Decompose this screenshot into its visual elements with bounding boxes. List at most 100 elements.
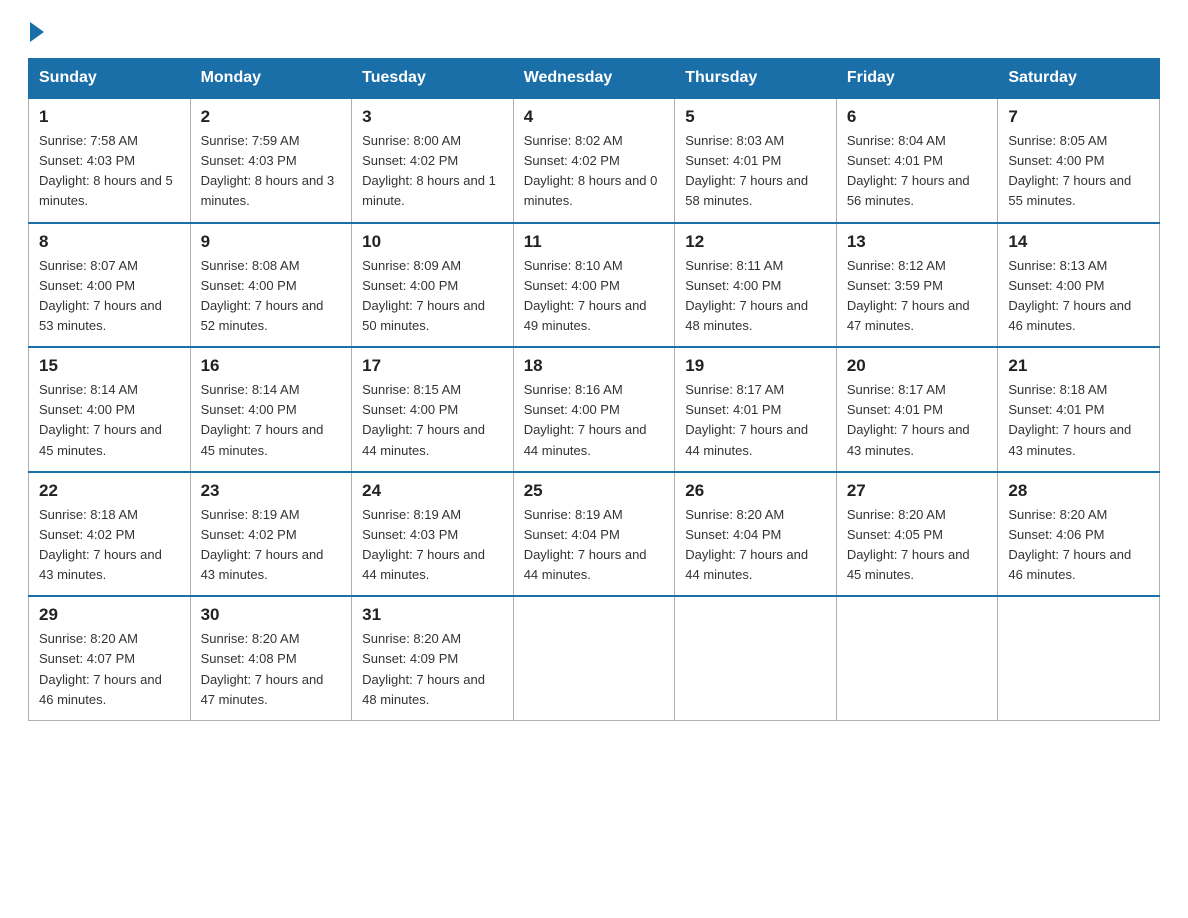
day-number: 27 [847, 481, 988, 501]
day-number: 29 [39, 605, 180, 625]
header-monday: Monday [190, 59, 352, 99]
calendar-header-row: SundayMondayTuesdayWednesdayThursdayFrid… [29, 59, 1160, 99]
day-number: 7 [1008, 107, 1149, 127]
day-number: 18 [524, 356, 665, 376]
calendar-cell [675, 596, 837, 720]
calendar-cell: 7 Sunrise: 8:05 AMSunset: 4:00 PMDayligh… [998, 98, 1160, 223]
calendar-cell: 9 Sunrise: 8:08 AMSunset: 4:00 PMDayligh… [190, 223, 352, 348]
calendar-cell: 30 Sunrise: 8:20 AMSunset: 4:08 PMDaylig… [190, 596, 352, 720]
day-number: 3 [362, 107, 503, 127]
day-number: 10 [362, 232, 503, 252]
calendar-cell: 20 Sunrise: 8:17 AMSunset: 4:01 PMDaylig… [836, 347, 998, 472]
calendar-cell: 8 Sunrise: 8:07 AMSunset: 4:00 PMDayligh… [29, 223, 191, 348]
day-info: Sunrise: 8:18 AMSunset: 4:01 PMDaylight:… [1008, 382, 1131, 457]
day-info: Sunrise: 8:20 AMSunset: 4:07 PMDaylight:… [39, 631, 162, 706]
day-info: Sunrise: 8:12 AMSunset: 3:59 PMDaylight:… [847, 258, 970, 333]
calendar-cell: 21 Sunrise: 8:18 AMSunset: 4:01 PMDaylig… [998, 347, 1160, 472]
day-number: 20 [847, 356, 988, 376]
header-friday: Friday [836, 59, 998, 99]
day-info: Sunrise: 8:07 AMSunset: 4:00 PMDaylight:… [39, 258, 162, 333]
calendar-cell [998, 596, 1160, 720]
calendar-cell: 17 Sunrise: 8:15 AMSunset: 4:00 PMDaylig… [352, 347, 514, 472]
day-info: Sunrise: 8:09 AMSunset: 4:00 PMDaylight:… [362, 258, 485, 333]
calendar-week-row: 1 Sunrise: 7:58 AMSunset: 4:03 PMDayligh… [29, 98, 1160, 223]
calendar-cell: 24 Sunrise: 8:19 AMSunset: 4:03 PMDaylig… [352, 472, 514, 597]
day-info: Sunrise: 8:19 AMSunset: 4:04 PMDaylight:… [524, 507, 647, 582]
day-number: 4 [524, 107, 665, 127]
day-info: Sunrise: 8:20 AMSunset: 4:08 PMDaylight:… [201, 631, 324, 706]
day-info: Sunrise: 8:18 AMSunset: 4:02 PMDaylight:… [39, 507, 162, 582]
calendar-cell [836, 596, 998, 720]
day-number: 11 [524, 232, 665, 252]
day-number: 13 [847, 232, 988, 252]
day-number: 8 [39, 232, 180, 252]
header-saturday: Saturday [998, 59, 1160, 99]
calendar-cell: 28 Sunrise: 8:20 AMSunset: 4:06 PMDaylig… [998, 472, 1160, 597]
calendar-cell: 12 Sunrise: 8:11 AMSunset: 4:00 PMDaylig… [675, 223, 837, 348]
day-number: 28 [1008, 481, 1149, 501]
day-number: 21 [1008, 356, 1149, 376]
calendar-week-row: 22 Sunrise: 8:18 AMSunset: 4:02 PMDaylig… [29, 472, 1160, 597]
calendar-cell: 10 Sunrise: 8:09 AMSunset: 4:00 PMDaylig… [352, 223, 514, 348]
calendar-cell: 5 Sunrise: 8:03 AMSunset: 4:01 PMDayligh… [675, 98, 837, 223]
day-number: 24 [362, 481, 503, 501]
day-info: Sunrise: 8:14 AMSunset: 4:00 PMDaylight:… [201, 382, 324, 457]
day-number: 19 [685, 356, 826, 376]
calendar-cell: 16 Sunrise: 8:14 AMSunset: 4:00 PMDaylig… [190, 347, 352, 472]
day-info: Sunrise: 8:15 AMSunset: 4:00 PMDaylight:… [362, 382, 485, 457]
day-number: 16 [201, 356, 342, 376]
day-info: Sunrise: 7:58 AMSunset: 4:03 PMDaylight:… [39, 133, 173, 208]
calendar-cell: 1 Sunrise: 7:58 AMSunset: 4:03 PMDayligh… [29, 98, 191, 223]
day-number: 5 [685, 107, 826, 127]
calendar-cell [513, 596, 675, 720]
calendar-table: SundayMondayTuesdayWednesdayThursdayFrid… [28, 58, 1160, 721]
calendar-cell: 25 Sunrise: 8:19 AMSunset: 4:04 PMDaylig… [513, 472, 675, 597]
calendar-cell: 19 Sunrise: 8:17 AMSunset: 4:01 PMDaylig… [675, 347, 837, 472]
day-number: 14 [1008, 232, 1149, 252]
day-number: 26 [685, 481, 826, 501]
page-header [28, 24, 1160, 42]
calendar-week-row: 29 Sunrise: 8:20 AMSunset: 4:07 PMDaylig… [29, 596, 1160, 720]
header-wednesday: Wednesday [513, 59, 675, 99]
calendar-cell: 3 Sunrise: 8:00 AMSunset: 4:02 PMDayligh… [352, 98, 514, 223]
day-number: 30 [201, 605, 342, 625]
day-info: Sunrise: 8:02 AMSunset: 4:02 PMDaylight:… [524, 133, 658, 208]
day-info: Sunrise: 8:14 AMSunset: 4:00 PMDaylight:… [39, 382, 162, 457]
day-info: Sunrise: 8:16 AMSunset: 4:00 PMDaylight:… [524, 382, 647, 457]
calendar-cell: 4 Sunrise: 8:02 AMSunset: 4:02 PMDayligh… [513, 98, 675, 223]
day-number: 31 [362, 605, 503, 625]
day-number: 2 [201, 107, 342, 127]
calendar-cell: 22 Sunrise: 8:18 AMSunset: 4:02 PMDaylig… [29, 472, 191, 597]
calendar-cell: 11 Sunrise: 8:10 AMSunset: 4:00 PMDaylig… [513, 223, 675, 348]
calendar-cell: 13 Sunrise: 8:12 AMSunset: 3:59 PMDaylig… [836, 223, 998, 348]
header-thursday: Thursday [675, 59, 837, 99]
logo-arrow-icon [30, 22, 44, 42]
day-info: Sunrise: 8:17 AMSunset: 4:01 PMDaylight:… [847, 382, 970, 457]
day-info: Sunrise: 8:11 AMSunset: 4:00 PMDaylight:… [685, 258, 808, 333]
day-number: 15 [39, 356, 180, 376]
calendar-week-row: 15 Sunrise: 8:14 AMSunset: 4:00 PMDaylig… [29, 347, 1160, 472]
day-number: 9 [201, 232, 342, 252]
calendar-cell: 23 Sunrise: 8:19 AMSunset: 4:02 PMDaylig… [190, 472, 352, 597]
day-number: 25 [524, 481, 665, 501]
day-number: 23 [201, 481, 342, 501]
day-info: Sunrise: 8:20 AMSunset: 4:06 PMDaylight:… [1008, 507, 1131, 582]
day-info: Sunrise: 8:17 AMSunset: 4:01 PMDaylight:… [685, 382, 808, 457]
day-number: 22 [39, 481, 180, 501]
day-info: Sunrise: 8:19 AMSunset: 4:03 PMDaylight:… [362, 507, 485, 582]
day-info: Sunrise: 8:13 AMSunset: 4:00 PMDaylight:… [1008, 258, 1131, 333]
day-number: 17 [362, 356, 503, 376]
day-number: 12 [685, 232, 826, 252]
day-info: Sunrise: 8:20 AMSunset: 4:09 PMDaylight:… [362, 631, 485, 706]
day-info: Sunrise: 8:08 AMSunset: 4:00 PMDaylight:… [201, 258, 324, 333]
day-info: Sunrise: 8:20 AMSunset: 4:05 PMDaylight:… [847, 507, 970, 582]
day-info: Sunrise: 8:00 AMSunset: 4:02 PMDaylight:… [362, 133, 496, 208]
calendar-cell: 2 Sunrise: 7:59 AMSunset: 4:03 PMDayligh… [190, 98, 352, 223]
calendar-cell: 29 Sunrise: 8:20 AMSunset: 4:07 PMDaylig… [29, 596, 191, 720]
calendar-week-row: 8 Sunrise: 8:07 AMSunset: 4:00 PMDayligh… [29, 223, 1160, 348]
logo [28, 24, 44, 42]
calendar-cell: 18 Sunrise: 8:16 AMSunset: 4:00 PMDaylig… [513, 347, 675, 472]
calendar-cell: 14 Sunrise: 8:13 AMSunset: 4:00 PMDaylig… [998, 223, 1160, 348]
day-number: 1 [39, 107, 180, 127]
calendar-cell: 27 Sunrise: 8:20 AMSunset: 4:05 PMDaylig… [836, 472, 998, 597]
